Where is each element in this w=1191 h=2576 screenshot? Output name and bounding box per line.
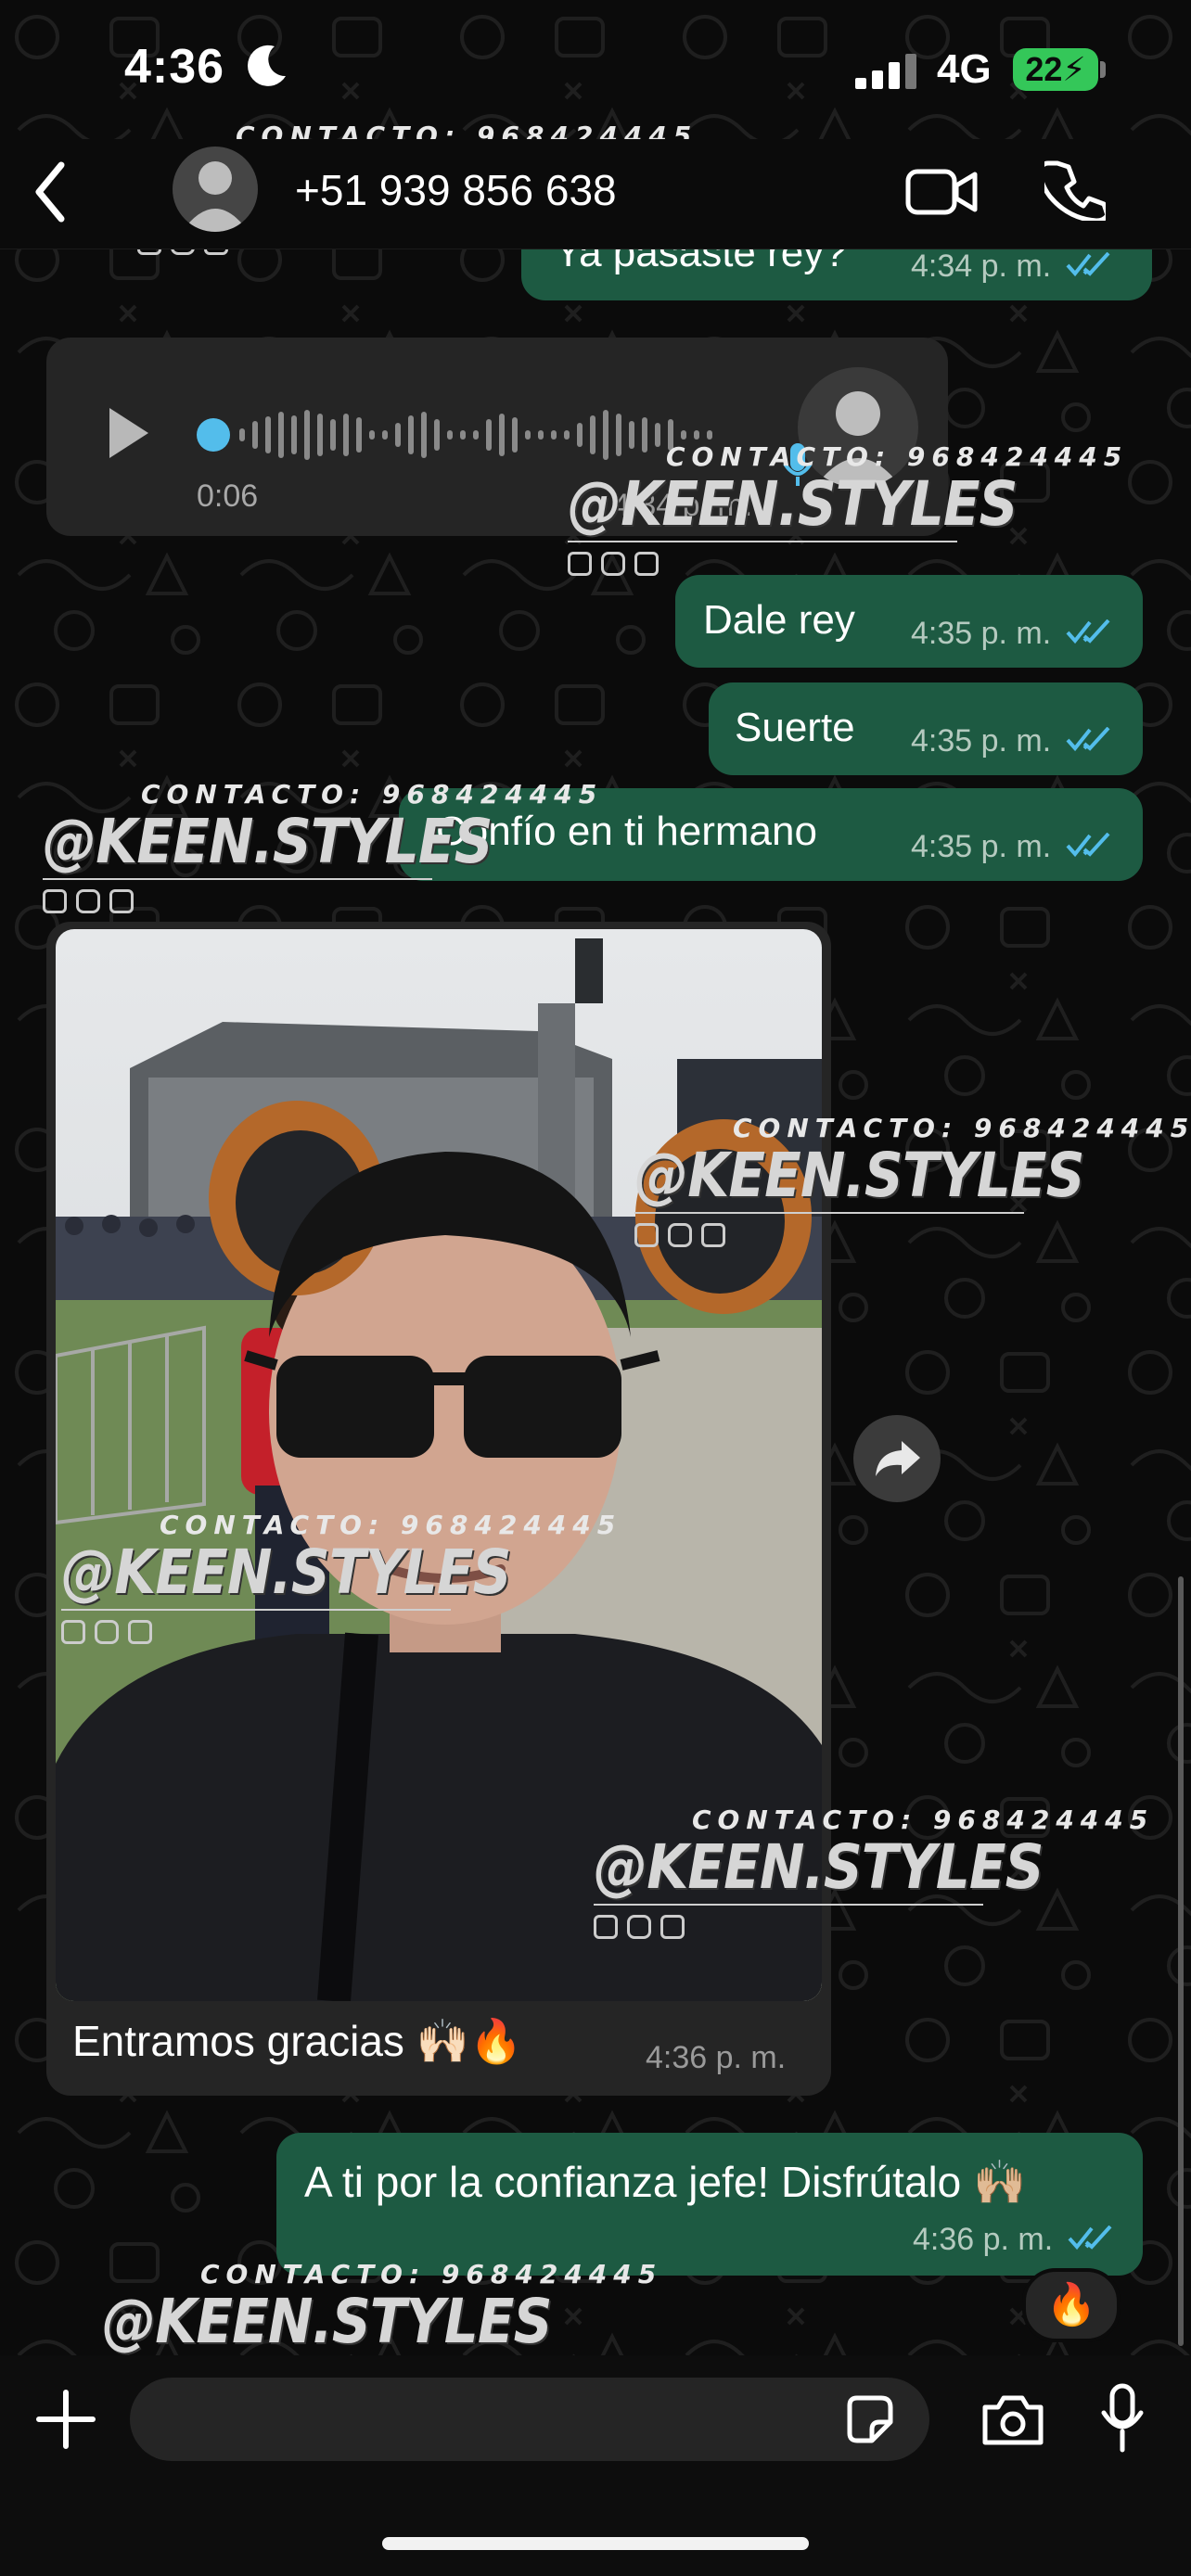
- photo-selfie[interactable]: [56, 929, 822, 2001]
- message-text: A ti por la confianza jefe! Disfrútalo 🙌…: [304, 2158, 1027, 2206]
- message-timestamp: 4:34 p. m.: [911, 249, 1052, 284]
- message-time: 4:34 p. m.: [911, 249, 1110, 285]
- message-time: 4:35 p. m.: [911, 616, 1110, 652]
- message-reaction[interactable]: 🔥: [1022, 2268, 1121, 2342]
- battery-indicator: 22 ⚡: [1013, 48, 1098, 91]
- read-ticks-icon: [1066, 833, 1110, 858]
- selfie-illustration: [56, 929, 822, 2001]
- person-icon: [182, 161, 249, 232]
- sticker-icon[interactable]: [842, 2392, 896, 2446]
- message-time: 4:34 p. m.: [612, 488, 753, 523]
- image-message-bubble[interactable]: Entramos gracias 🙌🏻🔥 4:36 p. m.: [46, 922, 831, 2096]
- mic-badge-icon: [783, 443, 813, 486]
- message-bubble-outgoing[interactable]: Suerte 4:35 p. m.: [709, 682, 1143, 775]
- microphone-icon[interactable]: [1100, 2383, 1145, 2454]
- message-text: Confío en ti hermano: [436, 809, 817, 854]
- message-time: 4:35 p. m.: [911, 829, 1110, 865]
- plus-icon[interactable]: [33, 2387, 98, 2452]
- message-bubble-outgoing[interactable]: A ti por la confianza jefe! Disfrútalo 🙌…: [276, 2133, 1143, 2276]
- signal-icon: [855, 54, 916, 89]
- moon-icon: [248, 45, 286, 86]
- voice-waveform[interactable]: [195, 393, 788, 477]
- message-text: Suerte: [735, 705, 855, 750]
- network-type: 4G: [937, 46, 992, 92]
- image-caption: Entramos gracias 🙌🏻🔥: [72, 2017, 523, 2065]
- camera-icon[interactable]: [980, 2392, 1046, 2448]
- read-ticks-icon: [1068, 2225, 1112, 2251]
- video-call-icon[interactable]: [905, 167, 978, 217]
- voice-message-bubble[interactable]: 0:06 4:34 p. m.: [46, 338, 948, 536]
- message-timestamp: 4:35 p. m.: [911, 723, 1052, 759]
- message-input[interactable]: [130, 2378, 929, 2461]
- message-time: 4:35 p. m.: [911, 723, 1110, 759]
- message-bubble-outgoing[interactable]: Confío en ti hermano 4:35 p. m.: [399, 788, 1143, 881]
- back-chevron-icon[interactable]: [32, 159, 69, 224]
- read-ticks-icon: [1066, 252, 1110, 277]
- forward-button[interactable]: [853, 1415, 941, 1502]
- message-time: 4:36 p. m.: [913, 2222, 1112, 2258]
- message-bubble-outgoing[interactable]: Dale rey 4:35 p. m.: [675, 575, 1143, 668]
- contact-avatar[interactable]: [173, 147, 258, 232]
- battery-tip: [1100, 61, 1106, 78]
- play-icon[interactable]: [104, 404, 152, 462]
- message-timestamp: 4:35 p. m.: [911, 616, 1052, 651]
- contact-name[interactable]: +51 939 856 638: [295, 165, 617, 215]
- message-timestamp: 4:35 p. m.: [911, 829, 1052, 864]
- status-time: 4:36: [124, 40, 225, 94]
- charging-bolt-icon: ⚡: [1062, 50, 1086, 88]
- read-ticks-icon: [1066, 619, 1110, 644]
- read-ticks-icon: [1066, 727, 1110, 752]
- battery-level: 22: [1025, 50, 1063, 88]
- phone-call-icon[interactable]: [1044, 159, 1106, 221]
- voice-duration: 0:06: [197, 478, 259, 514]
- message-text: Dale rey: [703, 597, 855, 643]
- home-indicator[interactable]: [382, 2537, 809, 2550]
- message-timestamp: 4:36 p. m.: [913, 2222, 1054, 2257]
- message-time: 4:36 p. m.: [646, 2040, 787, 2075]
- scrollbar[interactable]: [1178, 1576, 1184, 2346]
- forward-arrow-icon: [876, 1441, 920, 1476]
